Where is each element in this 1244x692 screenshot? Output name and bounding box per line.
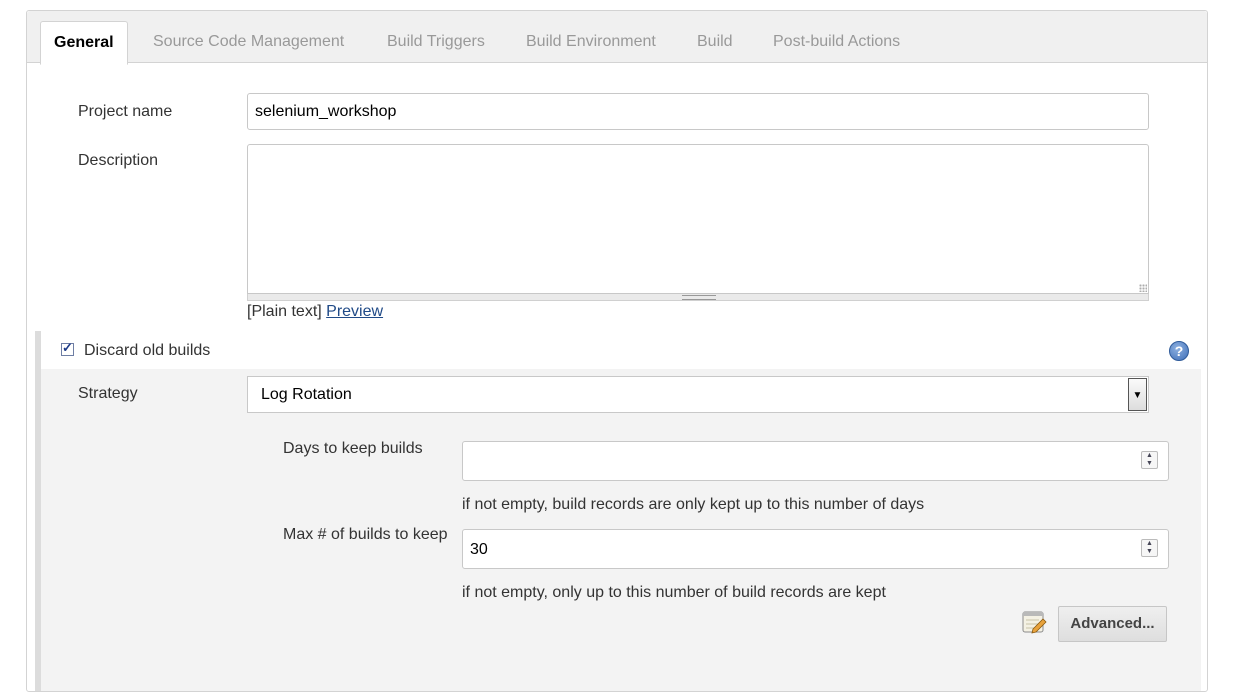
discard-old-builds-header: ✓ Discard old builds ? <box>41 331 1201 369</box>
project-name-input[interactable] <box>247 93 1149 130</box>
discard-old-builds-label: Discard old builds <box>84 342 211 359</box>
description-textarea[interactable] <box>247 144 1149 294</box>
help-icon[interactable]: ? <box>1169 341 1189 361</box>
strategy-selected-value: Log Rotation <box>261 386 352 403</box>
discard-old-builds-checkbox[interactable]: ✓ <box>61 340 74 356</box>
max-builds-value: 30 <box>470 541 488 558</box>
strategy-label: Strategy <box>78 385 138 402</box>
days-to-keep-hint: if not empty, build records are only kep… <box>462 496 925 513</box>
plain-text-label: [Plain text] <box>247 303 322 320</box>
project-name-label: Project name <box>78 103 173 120</box>
tab-build-triggers[interactable]: Build Triggers <box>387 25 485 63</box>
description-label: Description <box>78 152 159 169</box>
max-builds-label: Max # of builds to keep <box>283 526 448 543</box>
config-tab-bar: General Source Code Management Build Tri… <box>27 11 1207 65</box>
discard-old-builds-section: ✓ Discard old builds ? Strategy Log Rota… <box>35 331 1201 691</box>
preview-link[interactable]: Preview <box>326 303 383 320</box>
chevron-down-icon[interactable]: ▼ <box>1128 378 1147 411</box>
advanced-button[interactable]: Advanced... <box>1058 606 1167 642</box>
strategy-select[interactable]: Log Rotation ▼ <box>247 376 1149 413</box>
tab-build[interactable]: Build <box>697 25 733 63</box>
tab-build-environment[interactable]: Build Environment <box>526 25 656 63</box>
max-builds-input[interactable]: 30 ▲ ▼ <box>462 529 1169 569</box>
spinner-icon[interactable]: ▲ ▼ <box>1141 451 1158 469</box>
job-config-panel: General Source Code Management Build Tri… <box>26 10 1208 692</box>
textarea-resize-handle[interactable] <box>247 294 1149 301</box>
checkmark-icon: ✓ <box>62 340 73 355</box>
spinner-icon[interactable]: ▲ ▼ <box>1141 539 1158 557</box>
description-format-row: [Plain text] Preview <box>247 303 383 321</box>
tab-post-build-actions[interactable]: Post-build Actions <box>773 25 900 63</box>
max-builds-hint: if not empty, only up to this number of … <box>462 584 886 601</box>
tab-general[interactable]: General <box>40 21 128 65</box>
notepad-icon <box>1022 611 1047 634</box>
days-to-keep-label: Days to keep builds <box>283 440 423 457</box>
tab-source-code-management[interactable]: Source Code Management <box>153 25 344 63</box>
days-to-keep-input[interactable]: ▲ ▼ <box>462 441 1169 481</box>
